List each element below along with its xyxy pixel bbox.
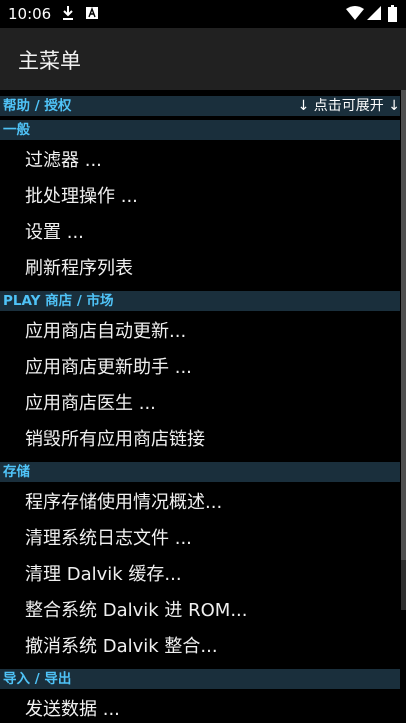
menu-item-clean-logs[interactable]: 清理系统日志文件 ... <box>0 521 400 557</box>
menu-item-settings[interactable]: 设置 ... <box>0 215 400 251</box>
app-notification-icon <box>86 7 98 19</box>
section-help-license[interactable]: 帮助 / 授权 ↓ 点击可展开 ↓ <box>0 96 400 116</box>
status-bar: 10:06 <box>0 0 406 28</box>
app-bar: 主菜单 <box>0 28 406 90</box>
menu-item-undo-dalvik[interactable]: 撤消系统 Dalvik 整合... <box>0 629 400 665</box>
menu-item-integrate-dalvik[interactable]: 整合系统 Dalvik 进 ROM... <box>0 593 400 629</box>
section-import-export-title: 导入 / 导出 <box>3 671 72 687</box>
menu-item-destroy-store-links[interactable]: 销毁所有应用商店链接 <box>0 422 400 458</box>
section-play-store: PLAY 商店 / 市场 <box>0 291 400 311</box>
menu-item-refresh-apps[interactable]: 刷新程序列表 <box>0 251 400 287</box>
section-general: 一般 <box>0 120 400 140</box>
menu-item-store-doctor[interactable]: 应用商店医生 ... <box>0 386 400 422</box>
section-import-export: 导入 / 导出 <box>0 669 400 689</box>
section-help-title: 帮助 / 授权 <box>3 98 72 114</box>
app-title: 主菜单 <box>18 49 81 73</box>
download-icon <box>63 6 73 20</box>
section-play-title: PLAY 商店 / 市场 <box>3 293 114 309</box>
signal-icon <box>367 6 381 20</box>
menu-item-store-auto-update[interactable]: 应用商店自动更新... <box>0 314 400 350</box>
section-general-title: 一般 <box>3 122 30 138</box>
battery-icon <box>388 5 397 22</box>
menu-item-storage-overview[interactable]: 程序存储使用情况概述... <box>0 485 400 521</box>
expand-hint[interactable]: ↓ 点击可展开 ↓ <box>298 96 400 116</box>
menu-item-filter[interactable]: 过滤器 ... <box>0 143 400 179</box>
scrollbar[interactable] <box>401 90 406 610</box>
menu-item-clean-dalvik-cache[interactable]: 清理 Dalvik 缓存... <box>0 557 400 593</box>
section-storage-title: 存储 <box>3 464 30 480</box>
section-storage: 存储 <box>0 462 400 482</box>
main-menu-list[interactable]: 帮助 / 授权 ↓ 点击可展开 ↓ 一般 过滤器 ... 批处理操作 ... 设… <box>0 90 400 723</box>
status-time: 10:06 <box>8 5 52 23</box>
menu-item-send-data[interactable]: 发送数据 ... <box>0 692 400 723</box>
wifi-icon <box>346 6 364 20</box>
menu-item-store-update-helper[interactable]: 应用商店更新助手 ... <box>0 350 400 386</box>
scrollbar-thumb[interactable] <box>401 90 406 560</box>
menu-item-batch-operations[interactable]: 批处理操作 ... <box>0 179 400 215</box>
